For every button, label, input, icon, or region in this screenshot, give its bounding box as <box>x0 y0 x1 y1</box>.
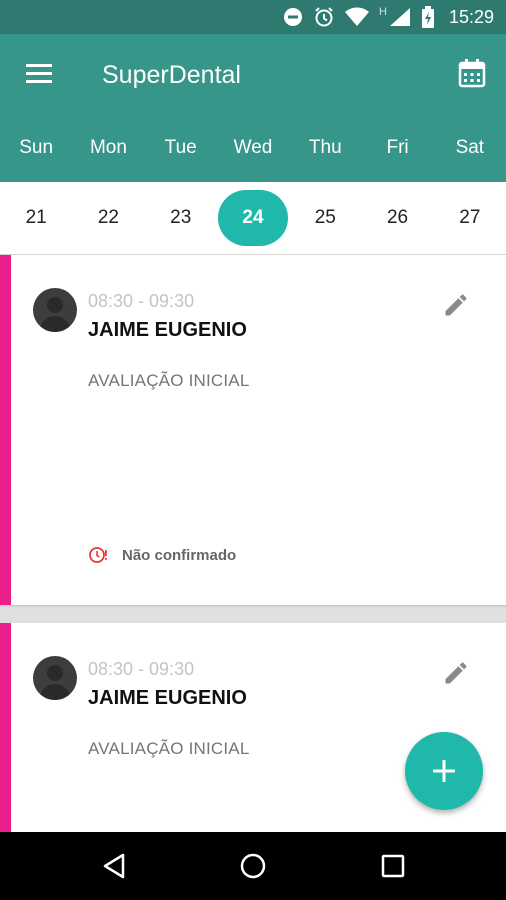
weekday-mon: Mon <box>89 137 127 158</box>
date-label: 23 <box>170 207 192 228</box>
do-not-disturb-icon <box>284 8 302 26</box>
patient-avatar <box>33 288 77 332</box>
app-title: SuperDental <box>102 61 241 89</box>
nav-back-button[interactable] <box>84 832 144 900</box>
network-type-label: H <box>379 6 387 18</box>
calendar-icon[interactable] <box>458 58 486 88</box>
battery-charging-icon <box>421 6 434 28</box>
weekday-sat: Sat <box>455 137 485 158</box>
date-21[interactable]: 21 <box>0 182 72 254</box>
edit-pencil-icon[interactable] <box>442 659 470 687</box>
system-navigation-bar <box>0 832 506 900</box>
selected-date-label: 24 <box>217 190 288 246</box>
date-24-selected[interactable]: 24 <box>217 182 289 254</box>
weekday-wed: Wed <box>233 137 273 158</box>
weekday-sun: Sun <box>19 137 54 158</box>
week-dates-row: 21 22 23 24 25 26 27 <box>0 182 506 255</box>
person-icon <box>39 665 71 700</box>
status-icons: H 15:29 <box>283 0 494 34</box>
patient-name: JAIME EUGENIO <box>88 319 247 341</box>
procedure-name: AVALIAÇÃO INICIAL <box>88 739 250 758</box>
hamburger-menu-icon[interactable] <box>24 60 56 88</box>
status-time: 15:29 <box>448 6 494 27</box>
patient-avatar <box>33 656 77 700</box>
home-circle-icon <box>240 853 266 879</box>
card-accent-bar <box>0 623 11 832</box>
weekday-header: Sun Mon Tue Wed Thu Fri Sat <box>0 114 506 182</box>
person-icon <box>39 297 71 332</box>
date-label: 21 <box>25 207 47 228</box>
back-triangle-icon <box>103 853 125 879</box>
date-27[interactable]: 27 <box>434 182 506 254</box>
confirmation-status-text: Não confirmado <box>122 546 237 564</box>
weekday-thu: Thu <box>308 137 342 158</box>
date-label: 22 <box>97 207 119 228</box>
date-26[interactable]: 26 <box>361 182 433 254</box>
signal-icon <box>389 8 410 26</box>
patient-name: JAIME EUGENIO <box>88 687 247 709</box>
status-bar: H 15:29 <box>0 0 506 34</box>
date-25[interactable]: 25 <box>289 182 361 254</box>
nav-recents-button[interactable] <box>363 832 423 900</box>
clock-alert-icon <box>89 547 107 563</box>
confirmation-status: Não confirmado <box>88 545 236 565</box>
nav-home-button[interactable] <box>223 832 283 900</box>
wifi-icon <box>345 7 369 26</box>
add-appointment-button[interactable] <box>405 732 483 810</box>
date-label: 27 <box>459 207 481 228</box>
weekday-fri: Fri <box>386 137 409 158</box>
date-label: 26 <box>386 207 409 228</box>
recents-square-icon <box>381 854 405 878</box>
card-accent-bar <box>0 255 11 605</box>
alarm-icon <box>315 7 333 27</box>
plus-icon <box>433 760 455 782</box>
weekday-tue: Tue <box>164 137 197 158</box>
app-toolbar: SuperDental <box>0 34 506 114</box>
date-23[interactable]: 23 <box>145 182 217 254</box>
edit-pencil-icon[interactable] <box>442 291 470 319</box>
date-22[interactable]: 22 <box>72 182 144 254</box>
appointment-card[interactable]: 08:30 - 09:30 JAIME EUGENIO AVALIAÇÃO IN… <box>0 255 506 605</box>
date-label: 25 <box>314 207 336 228</box>
appointment-time: 08:30 - 09:30 <box>88 659 195 679</box>
procedure-name: AVALIAÇÃO INICIAL <box>88 371 250 390</box>
appointment-time: 08:30 - 09:30 <box>88 291 195 311</box>
